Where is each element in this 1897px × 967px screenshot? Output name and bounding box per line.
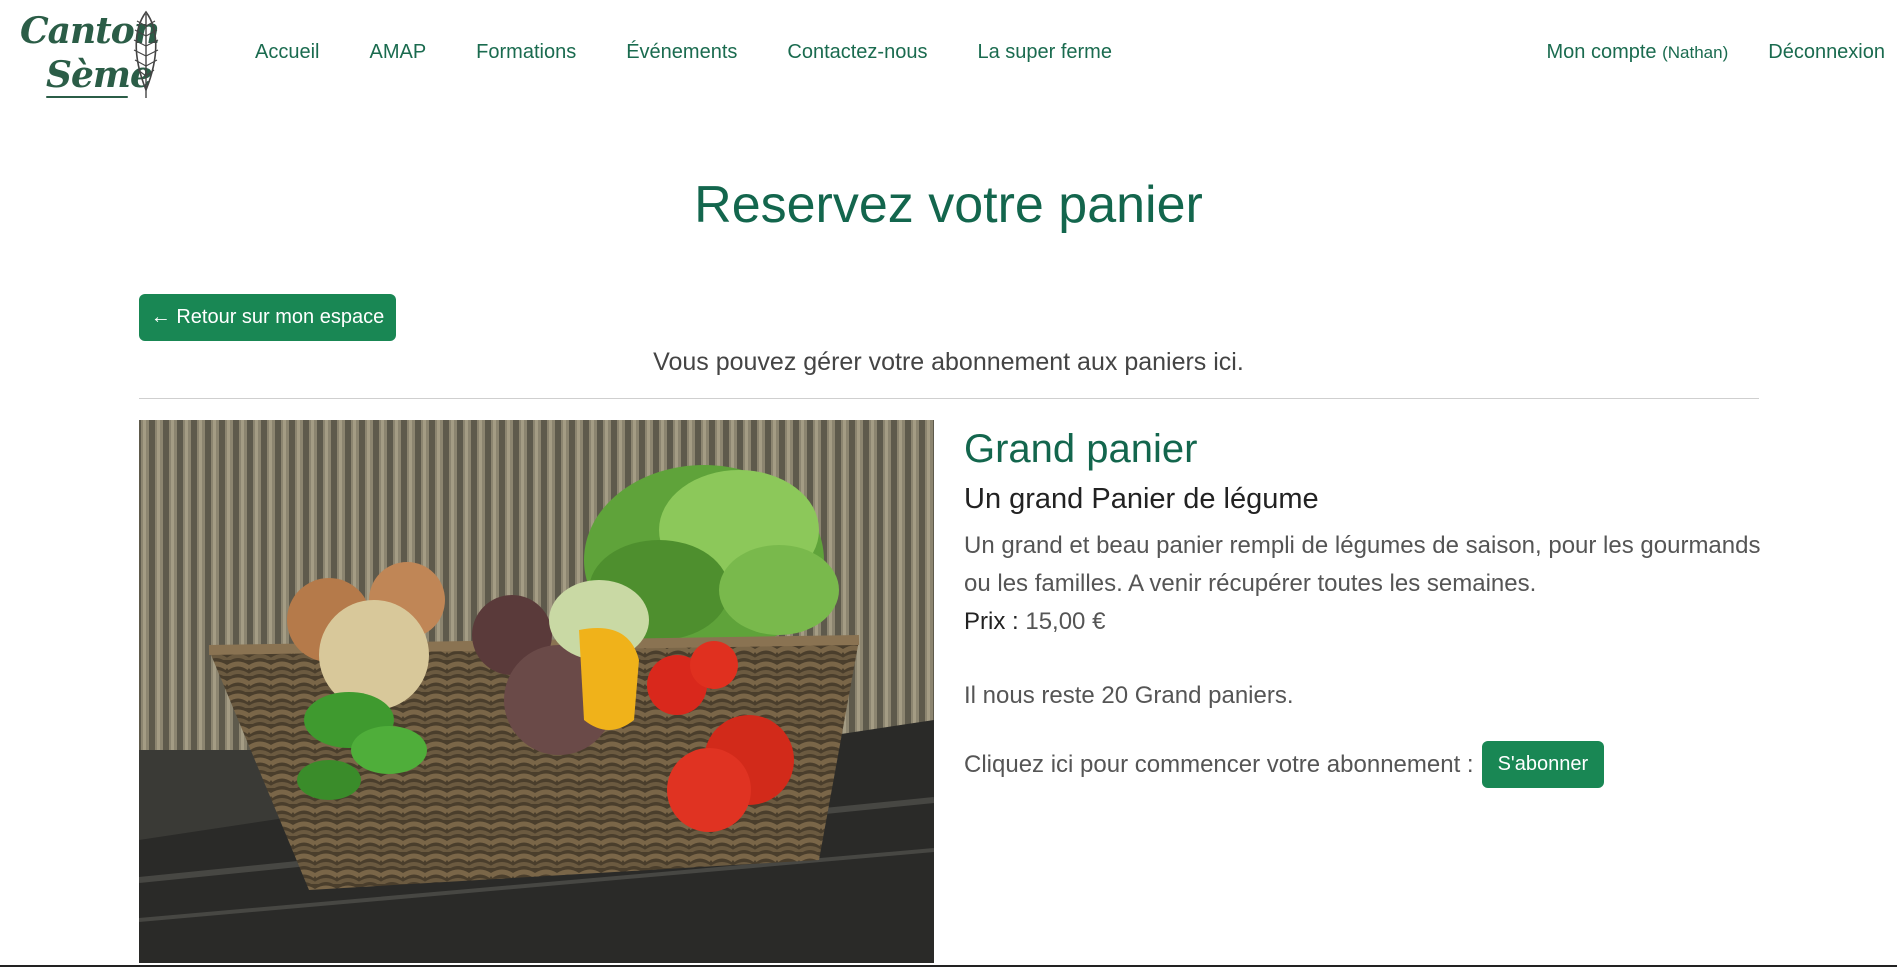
basket-photo xyxy=(139,420,934,963)
intro-text: Vous pouvez gérer votre abonnement aux p… xyxy=(653,348,1244,376)
divider xyxy=(139,398,1759,399)
page-title: Reservez votre panier xyxy=(694,176,1203,234)
cta-text: Cliquez ici pour commencer votre abonnem… xyxy=(964,750,1474,778)
nav-super-ferme[interactable]: La super ferme xyxy=(977,41,1112,64)
site-logo[interactable]: Canton Sème xyxy=(18,10,168,98)
price-label: Prix : xyxy=(964,608,1019,635)
stock-text: Il nous reste 20 Grand paniers. xyxy=(964,682,1294,709)
site-header: Canton Sème Accueil AMAP Formations Évén… xyxy=(0,0,1897,110)
my-account-link[interactable]: Mon compte (Nathan) xyxy=(1546,41,1728,64)
subscribe-button[interactable]: S'abonner xyxy=(1481,741,1605,788)
nav-accueil[interactable]: Accueil xyxy=(255,41,319,64)
account-username: (Nathan) xyxy=(1662,43,1729,62)
nav-evenements[interactable]: Événements xyxy=(626,41,737,64)
logo-underline xyxy=(46,96,128,98)
basket-price: Prix : 15,00 € xyxy=(964,603,1764,641)
nav-contact[interactable]: Contactez-nous xyxy=(787,41,927,64)
subscribe-row: Cliquez ici pour commencer votre abonnem… xyxy=(964,741,1764,788)
nav-formations[interactable]: Formations xyxy=(476,41,576,64)
basket-subtitle: Un grand Panier de légume xyxy=(964,483,1319,515)
main-nav: Accueil AMAP Formations Événements Conta… xyxy=(255,41,1162,64)
account-nav: Mon compte (Nathan) Déconnexion xyxy=(1546,41,1885,64)
leaf-icon xyxy=(133,10,159,98)
logout-link[interactable]: Déconnexion xyxy=(1768,41,1885,64)
basket-description: Un grand et beau panier rempli de légume… xyxy=(964,532,1761,597)
price-value: 15,00 € xyxy=(1025,608,1106,635)
basket-details: Grand panier Un grand Panier de légume U… xyxy=(964,425,1764,788)
nav-amap[interactable]: AMAP xyxy=(369,41,426,64)
back-to-space-button[interactable]: ← Retour sur mon espace xyxy=(139,294,396,341)
basket-name: Grand panier xyxy=(964,427,1198,471)
my-account-label: Mon compte xyxy=(1546,41,1657,63)
